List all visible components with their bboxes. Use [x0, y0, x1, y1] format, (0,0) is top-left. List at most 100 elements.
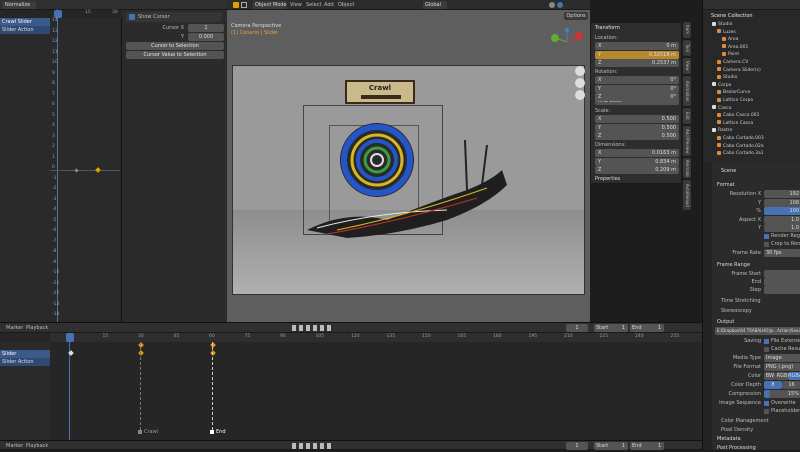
tab-animation[interactable]: Animation: [683, 76, 691, 106]
metadata-section[interactable]: Metadata: [717, 435, 741, 443]
color-rgba-option[interactable]: RGBA: [788, 372, 800, 380]
select-box-icon[interactable]: [241, 2, 247, 8]
timeline-playhead[interactable]: [69, 333, 70, 441]
rot-x-field[interactable]: X 0°: [595, 76, 679, 84]
menu-playback[interactable]: Playback: [26, 324, 48, 332]
menu-marker[interactable]: Marker: [6, 442, 23, 450]
editor-type-icon[interactable]: [233, 2, 239, 8]
format-field[interactable]: 192: [764, 190, 800, 198]
frame-range-section[interactable]: Frame Range: [717, 261, 750, 269]
marker-icon[interactable]: [138, 430, 142, 434]
tab-autoreload[interactable]: AutoReload: [683, 180, 691, 210]
start-frame-field[interactable]: Start 1: [594, 324, 628, 332]
tab-edit[interactable]: Edit: [683, 108, 691, 124]
placeholders-checkbox[interactable]: [764, 409, 769, 414]
cursor-to-selection-button[interactable]: Cursor to Selection: [126, 42, 224, 50]
loc-y-field[interactable]: Y 0.32518 m: [595, 50, 679, 59]
show-cursor-row[interactable]: Show Cursor: [126, 12, 222, 22]
play-controls-icon[interactable]: [292, 325, 334, 331]
scl-z-field[interactable]: Z 0.500: [595, 132, 679, 140]
outliner-item[interactable]: Cabo Cortado.3a1: [703, 150, 800, 158]
tab-animate[interactable]: Animate: [683, 158, 691, 178]
step-field[interactable]: [764, 286, 800, 294]
options-dropdown[interactable]: Options: [564, 12, 588, 20]
file-extensions-checkbox[interactable]: [764, 339, 769, 344]
format-field[interactable]: 1.0: [764, 215, 800, 224]
navigation-gizmo[interactable]: [549, 28, 585, 58]
rot-y-field[interactable]: Y 0°: [595, 84, 679, 93]
end-frame-field[interactable]: End 1: [630, 324, 664, 332]
format-field[interactable]: 108: [764, 198, 800, 207]
loc-z-field[interactable]: Z 0.2537 m: [595, 59, 679, 67]
menu-playback[interactable]: Playback: [26, 442, 48, 450]
cache-result-checkbox[interactable]: [764, 347, 769, 352]
tab-view[interactable]: View: [683, 58, 691, 74]
depth-16-option[interactable]: 16: [782, 381, 800, 389]
graph-keyframe[interactable]: [95, 167, 101, 173]
pan-hand-icon[interactable]: [575, 78, 585, 88]
shading-solid-icon[interactable]: [549, 2, 555, 8]
color-bw-option[interactable]: BW: [764, 372, 776, 380]
normalize-dropdown[interactable]: Normalize: [2, 1, 36, 9]
media-type-dropdown[interactable]: Image: [764, 354, 800, 362]
render-region-checkbox[interactable]: [764, 234, 769, 239]
shading-material-icon[interactable]: [557, 2, 563, 8]
format-section[interactable]: Format: [717, 181, 735, 189]
compression-slider[interactable]: 15%: [764, 390, 800, 398]
marker-end-label[interactable]: End: [216, 428, 226, 436]
play-controls-icon[interactable]: [292, 443, 334, 449]
color-management-section[interactable]: Color Management: [721, 417, 769, 425]
tab-item[interactable]: Item: [683, 22, 691, 38]
dim-x-field[interactable]: X 0.0163 m: [595, 149, 679, 157]
file-format-dropdown[interactable]: PNG (.png): [764, 363, 800, 371]
frame-rate-dropdown[interactable]: 30 fps: [764, 249, 800, 257]
frame-cursor-badge[interactable]: [54, 10, 62, 18]
object-mode-dropdown[interactable]: Object Mode: [253, 1, 287, 9]
current-frame-field[interactable]: 1: [566, 442, 588, 450]
crop-checkbox[interactable]: [764, 242, 769, 247]
current-frame-field[interactable]: 1: [566, 324, 588, 332]
properties-subpanel[interactable]: Properties: [595, 175, 620, 183]
stereoscopy-section[interactable]: Stereoscopy: [721, 307, 752, 315]
menu-marker[interactable]: Marker: [6, 324, 23, 332]
cursor-value-to-selection-button[interactable]: Cursor Value to Selection: [126, 51, 224, 59]
channel-crawl-slider[interactable]: Crawl Slider: [0, 18, 50, 26]
menu-object[interactable]: Object: [338, 1, 354, 9]
end-field[interactable]: [764, 278, 800, 286]
menu-view[interactable]: View: [290, 1, 302, 9]
frame-start-field[interactable]: [764, 270, 800, 278]
post-processing-section[interactable]: Post Processing: [717, 444, 756, 452]
menu-select[interactable]: Select: [306, 1, 321, 9]
pixel-density-section[interactable]: Pixel Density: [721, 426, 753, 434]
cursor-x-field[interactable]: 1: [188, 24, 224, 32]
timeline-playhead-badge[interactable]: [66, 333, 74, 342]
start-frame-field[interactable]: Start 1: [594, 442, 628, 450]
track-slider[interactable]: Slider: [0, 350, 50, 358]
cursor-y-field[interactable]: 0.000: [188, 33, 224, 41]
camera-view-icon[interactable]: [575, 90, 585, 100]
viewport-3d[interactable]: Object Mode View Select Add Object Globa…: [227, 0, 590, 322]
tab-add-preview[interactable]: Add Preview: [683, 126, 691, 156]
scl-x-field[interactable]: X 0.500: [595, 115, 679, 123]
output-section[interactable]: Output: [717, 318, 734, 326]
scl-y-field[interactable]: Y 0.500: [595, 123, 679, 132]
rot-z-field[interactable]: Z 0°: [595, 93, 679, 101]
overwrite-checkbox[interactable]: [764, 401, 769, 406]
output-path-field[interactable]: E:\Dropbox\04 TRABALHO\Jo...Action\Snail…: [715, 327, 800, 335]
color-rgb-option[interactable]: RGB: [776, 372, 788, 380]
loc-x-field[interactable]: X 0 m: [595, 42, 679, 50]
format-field[interactable]: 100: [764, 207, 800, 215]
track-slider-action[interactable]: Slider Action: [0, 358, 50, 366]
time-stretching-section[interactable]: Time Stretching: [721, 297, 761, 305]
format-field[interactable]: 1.0: [764, 224, 800, 232]
dim-z-field[interactable]: Z 0.209 m: [595, 166, 679, 174]
end-frame-field[interactable]: End 1: [630, 442, 664, 450]
depth-8-option[interactable]: 8: [764, 381, 782, 389]
checkbox-checked-icon[interactable]: [129, 14, 135, 20]
dim-y-field[interactable]: Y 0.834 m: [595, 157, 679, 166]
marker-crawl-label[interactable]: Crawl: [144, 428, 158, 436]
orientation-dropdown[interactable]: Global: [423, 1, 447, 9]
graph-keyframe[interactable]: [74, 168, 79, 173]
menu-add[interactable]: Add: [324, 1, 334, 9]
timeline-ruler[interactable]: 1153045607590105120135150165180195210225…: [50, 333, 702, 342]
